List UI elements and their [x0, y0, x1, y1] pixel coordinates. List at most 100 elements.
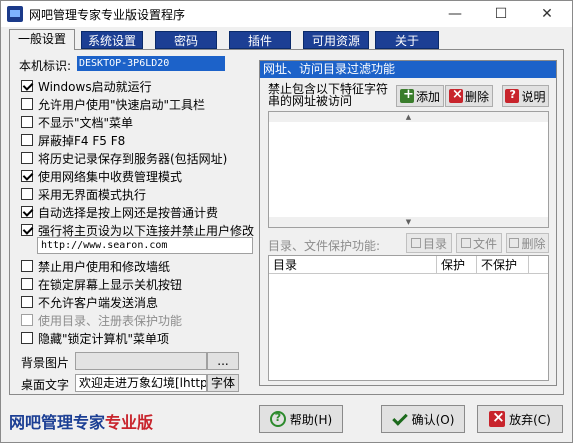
protect-file-button: 文件 — [456, 233, 502, 253]
protect-grid-header: 目录 保护 不保护 — [269, 256, 548, 274]
checkbox — [21, 314, 33, 326]
checkbox[interactable] — [21, 116, 33, 128]
window-title: 网吧管理专家专业版设置程序 — [29, 8, 186, 22]
column-directory[interactable]: 目录 — [269, 256, 437, 274]
confirm-label: 确认(O) — [411, 412, 455, 427]
help-label: 帮助(H) — [289, 412, 333, 427]
option-quick-launch[interactable]: 允许用户使用"快速启动"工具栏 — [21, 96, 205, 112]
option-central-billing[interactable]: 使用网络集中收费管理模式 — [21, 168, 182, 184]
cancel-label: 放弃(C) — [509, 412, 551, 427]
column-no-protect[interactable]: 不保护 — [477, 256, 529, 274]
tab-resources[interactable]: 可用资源 — [303, 31, 369, 49]
option-label: 屏蔽掉F4 F5 F8 — [38, 133, 126, 148]
desktop-text-input[interactable]: 欢迎走进万象幻境[lhttp:// — [75, 374, 207, 392]
tab-general[interactable]: 一般设置 — [9, 29, 75, 50]
desktop-text-label: 桌面文字 — [21, 378, 70, 392]
protect-label: 目录、文件保护功能: — [268, 239, 381, 253]
protect-dir-label: 目录 — [422, 236, 447, 251]
settings-window: 网吧管理专家专业版设置程序 — ☐ ✕ 一般设置 系统设置 密码 插件 可用资源… — [0, 0, 573, 443]
scroll-up-arrow-icon[interactable]: ▲ — [269, 112, 548, 122]
machine-id-field[interactable]: DESKTOP-3P6LD20 — [77, 56, 225, 71]
option-no-messages[interactable]: 不允许客户端发送消息 — [21, 294, 158, 310]
option-no-wallpaper[interactable]: 禁止用户使用和修改墙纸 — [21, 258, 170, 274]
option-label: 强行将主页设为以下连接并禁止用户修改 — [38, 223, 255, 238]
tab-plugins[interactable]: 插件 — [229, 31, 291, 49]
delete-filter-label: 删除 — [464, 89, 489, 104]
brand-name: 网吧管理专家 — [9, 413, 106, 432]
option-label: 使用网络集中收费管理模式 — [38, 169, 183, 184]
option-label: 允许用户使用"快速启动"工具栏 — [38, 97, 206, 112]
option-label: 在锁定屏幕上显示关机按钮 — [38, 277, 183, 292]
tab-about[interactable]: 关于 — [375, 31, 439, 49]
option-label: Windows启动就运行 — [38, 79, 152, 94]
maximize-button[interactable]: ☐ — [478, 1, 524, 27]
add-filter-button[interactable]: 添加 — [396, 85, 444, 107]
option-autostart[interactable]: Windows启动就运行 — [21, 78, 152, 94]
checkbox[interactable] — [21, 188, 33, 200]
folder-icon — [410, 238, 421, 248]
option-label: 不允许客户端发送消息 — [38, 295, 159, 310]
checkbox[interactable] — [21, 80, 33, 92]
checkbox[interactable] — [21, 278, 33, 290]
option-shutdown-button[interactable]: 在锁定屏幕上显示关机按钮 — [21, 276, 182, 292]
delete-filter-button[interactable]: 删除 — [445, 85, 493, 107]
option-label: 采用无界面模式执行 — [38, 187, 147, 202]
add-filter-label: 添加 — [415, 89, 440, 104]
option-block-fkeys[interactable]: 屏蔽掉F4 F5 F8 — [21, 132, 125, 148]
question-icon — [269, 411, 286, 427]
column-protect[interactable]: 保护 — [437, 256, 477, 274]
checkbox[interactable] — [21, 134, 33, 146]
option-force-homepage[interactable]: 强行将主页设为以下连接并禁止用户修改 — [21, 222, 254, 238]
scroll-down-arrow-icon[interactable]: ▼ — [269, 217, 548, 227]
delete-icon — [509, 238, 520, 248]
delete-icon — [448, 87, 463, 103]
protect-delete-label: 删除 — [521, 236, 546, 251]
app-icon — [7, 6, 23, 22]
protect-grid[interactable]: 目录 保护 不保护 — [268, 255, 549, 381]
filter-list[interactable]: ▲ ▼ — [268, 111, 549, 228]
brand-logo: 网吧管理专家专业版 — [9, 409, 153, 433]
close-button[interactable]: ✕ — [524, 1, 570, 27]
add-icon — [399, 87, 414, 103]
option-label: 隐藏"锁定计算机"菜单项 — [38, 331, 170, 346]
option-save-history[interactable]: 将历史记录保存到服务器(包括网址) — [21, 150, 227, 166]
homepage-url-input[interactable]: http://www.searon.com — [37, 237, 253, 254]
option-dir-registry-protect: 使用目录、注册表保护功能 — [21, 312, 182, 328]
background-image-input[interactable] — [75, 352, 207, 370]
footer: 网吧管理专家专业版 帮助(H) 确认(O) 放弃(C) — [1, 397, 572, 443]
filter-help-label: 说明 — [521, 89, 546, 104]
checkbox[interactable] — [21, 152, 33, 164]
checkbox[interactable] — [21, 98, 33, 110]
protect-file-label: 文件 — [472, 236, 497, 251]
option-label: 禁止用户使用和修改墙纸 — [38, 259, 171, 274]
background-image-label: 背景图片 — [21, 356, 70, 370]
file-icon — [460, 238, 471, 248]
checkbox[interactable] — [21, 206, 33, 218]
option-label: 将历史记录保存到服务器(包括网址) — [38, 151, 228, 166]
minimize-button[interactable]: — — [432, 1, 478, 27]
option-hide-documents[interactable]: 不显示"文档"菜单 — [21, 114, 133, 130]
option-label: 不显示"文档"菜单 — [38, 115, 134, 130]
font-button[interactable]: 字体 — [207, 374, 239, 392]
checkbox[interactable] — [21, 296, 33, 308]
help-button[interactable]: 帮助(H) — [259, 405, 343, 433]
machine-id-label: 本机标识: — [19, 59, 72, 73]
browse-button[interactable]: ... — [207, 352, 239, 370]
option-hide-lock-menu[interactable]: 隐藏"锁定计算机"菜单项 — [21, 330, 169, 346]
checkbox[interactable] — [21, 260, 33, 272]
confirm-button[interactable]: 确认(O) — [381, 405, 465, 433]
tab-system[interactable]: 系统设置 — [81, 31, 143, 49]
checkmark-icon — [392, 411, 408, 427]
checkbox[interactable] — [21, 224, 33, 236]
tab-password[interactable]: 密码 — [155, 31, 217, 49]
filter-help-button[interactable]: 说明 — [502, 85, 549, 107]
protect-dir-button: 目录 — [406, 233, 452, 253]
filter-group: 网址、访问目录过滤功能 禁止包含以下特征字符串的网址被访问 添加 删除 说明 ▲… — [259, 60, 557, 386]
option-headless[interactable]: 采用无界面模式执行 — [21, 186, 146, 202]
option-auto-billing[interactable]: 自动选择是按上网还是按普通计费 — [21, 204, 218, 220]
checkbox[interactable] — [21, 332, 33, 344]
title-bar: 网吧管理专家专业版设置程序 — ☐ ✕ — [1, 1, 572, 27]
cancel-button[interactable]: 放弃(C) — [477, 405, 563, 433]
checkbox[interactable] — [21, 170, 33, 182]
brand-edition: 专业版 — [105, 413, 154, 432]
